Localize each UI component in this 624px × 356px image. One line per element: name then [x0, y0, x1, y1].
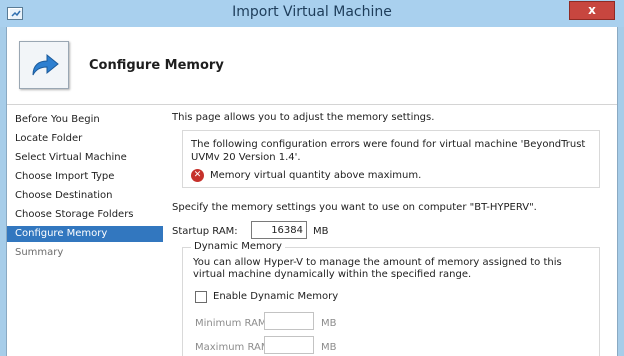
close-button[interactable]: x	[569, 1, 615, 20]
import-arrow-icon	[19, 41, 69, 89]
nav-item-choose-import-type[interactable]: Choose Import Type	[7, 169, 163, 185]
nav-item-summary[interactable]: Summary	[7, 245, 163, 261]
nav-item-before-you-begin[interactable]: Before You Begin	[7, 112, 163, 128]
window-title: Import Virtual Machine	[232, 4, 392, 20]
intro-text: This page allows you to adjust the memor…	[172, 112, 435, 123]
import-vm-window: Import Virtual Machine x Configure Memor…	[0, 0, 624, 356]
startup-ram-unit: MB	[313, 226, 329, 237]
dynamic-memory-group: Dynamic Memory You can allow Hyper-V to …	[182, 241, 600, 356]
nav-item-choose-destination[interactable]: Choose Destination	[7, 188, 163, 204]
error-panel: The following configuration errors were …	[182, 130, 600, 188]
startup-ram-label: Startup RAM:	[172, 226, 238, 237]
nav-item-locate-folder[interactable]: Locate Folder	[7, 131, 163, 147]
maximum-ram-label: Maximum RAM:	[195, 342, 273, 353]
minimum-ram-unit: MB	[321, 318, 337, 329]
startup-ram-input[interactable]	[251, 221, 307, 239]
dynamic-memory-description: You can allow Hyper-V to manage the amou…	[193, 257, 562, 280]
page-title: Configure Memory	[89, 58, 224, 73]
title-bar[interactable]: Import Virtual Machine x	[0, 0, 624, 27]
error-icon: ✕	[191, 169, 204, 182]
enable-dynamic-memory-checkbox[interactable]	[195, 291, 207, 303]
maximum-ram-input[interactable]	[264, 336, 314, 354]
nav-item-choose-storage-folders[interactable]: Choose Storage Folders	[7, 207, 163, 223]
enable-dynamic-memory-label[interactable]: Enable Dynamic Memory	[213, 291, 338, 302]
error-summary: The following configuration errors were …	[191, 139, 586, 163]
minimum-ram-label: Minimum RAM:	[195, 318, 270, 329]
wizard-header: Configure Memory	[7, 27, 617, 105]
minimum-ram-input[interactable]	[264, 312, 314, 330]
dynamic-memory-title: Dynamic Memory	[191, 241, 285, 252]
wizard-nav: Before You Begin Locate Folder Select Vi…	[7, 106, 163, 356]
nav-item-configure-memory[interactable]: Configure Memory	[7, 226, 163, 242]
error-message: Memory virtual quantity above maximum.	[210, 170, 422, 181]
nav-item-select-virtual-machine[interactable]: Select Virtual Machine	[7, 150, 163, 166]
wizard-client-area: Configure Memory Before You Begin Locate…	[6, 27, 618, 356]
maximum-ram-unit: MB	[321, 342, 337, 353]
main-panel: This page allows you to adjust the memor…	[167, 106, 617, 356]
specify-text: Specify the memory settings you want to …	[172, 202, 537, 213]
